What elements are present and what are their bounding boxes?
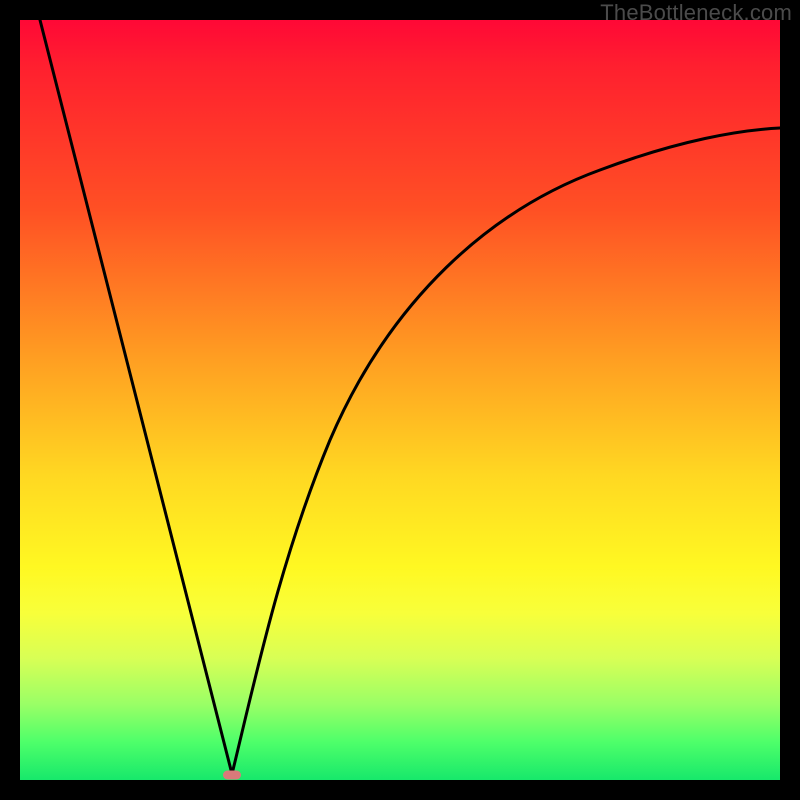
bottleneck-curve [20, 20, 780, 780]
minimum-marker [223, 771, 241, 780]
chart-frame [20, 20, 780, 780]
watermark-text: TheBottleneck.com [600, 0, 792, 26]
curve-left-branch [40, 20, 232, 774]
curve-right-branch [232, 128, 780, 774]
